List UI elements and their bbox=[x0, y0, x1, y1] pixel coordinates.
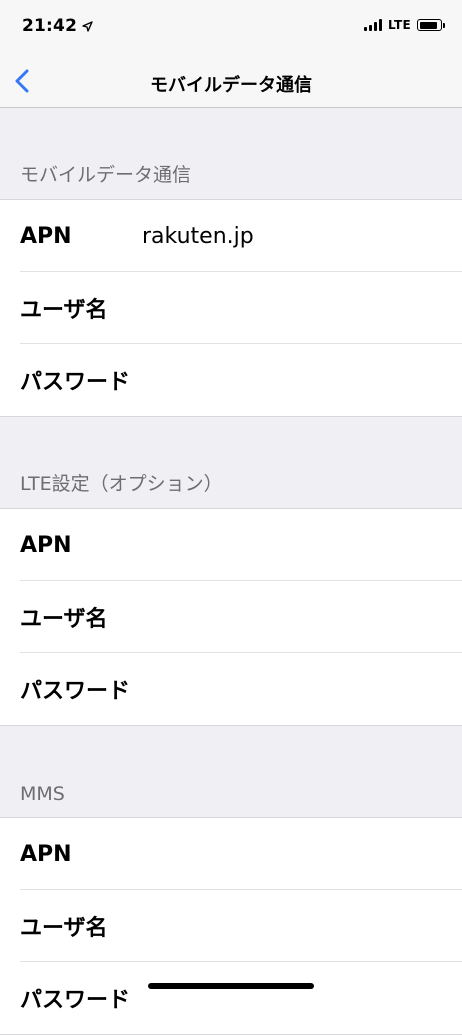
settings-group: APN ユーザ名パスワード bbox=[0, 509, 462, 726]
row-label: ユーザ名 bbox=[20, 298, 108, 323]
settings-row[interactable]: ユーザ名 bbox=[0, 890, 462, 962]
status-bar: 21:42 LTE bbox=[0, 0, 462, 54]
settings-row[interactable]: APN bbox=[0, 818, 462, 890]
settings-group: APN ユーザ名パスワード bbox=[0, 818, 462, 1035]
row-label: パスワード bbox=[20, 679, 131, 704]
status-right-group: LTE bbox=[364, 18, 445, 32]
row-label: APN bbox=[20, 223, 72, 249]
settings-row[interactable]: APN rakuten.jp bbox=[0, 200, 462, 272]
settings-row[interactable]: パスワード bbox=[0, 962, 462, 1034]
battery-level bbox=[419, 21, 437, 29]
section-header: MMS bbox=[0, 726, 462, 818]
settings-group: APN rakuten.jp ユーザ名パスワード bbox=[0, 200, 462, 417]
section-header: モバイルデータ通信 bbox=[0, 108, 462, 200]
row-label: APN bbox=[20, 532, 72, 558]
settings-list: モバイルデータ通信 APN rakuten.jp ユーザ名 パスワード LTE設定（オプシ… bbox=[0, 108, 462, 1035]
row-value-field[interactable]: rakuten.jp bbox=[142, 224, 462, 249]
network-type: LTE bbox=[388, 18, 411, 32]
status-time-group: 21:42 bbox=[22, 16, 93, 36]
row-label: ユーザ名 bbox=[20, 607, 108, 632]
row-label: パスワード bbox=[20, 370, 131, 395]
home-indicator bbox=[148, 983, 314, 989]
cellular-signal-icon bbox=[364, 19, 383, 31]
row-label: パスワード bbox=[20, 988, 131, 1013]
settings-row[interactable]: パスワード bbox=[0, 344, 462, 416]
page-title: モバイルデータ通信 bbox=[150, 75, 312, 96]
settings-row[interactable]: パスワード bbox=[0, 653, 462, 725]
row-label: ユーザ名 bbox=[20, 916, 108, 941]
navigation-bar: モバイルデータ通信 bbox=[0, 54, 462, 108]
section-header: LTE設定（オプション） bbox=[0, 417, 462, 509]
row-label: APN bbox=[20, 841, 72, 867]
location-arrow-icon bbox=[82, 20, 93, 32]
settings-row[interactable]: ユーザ名 bbox=[0, 581, 462, 653]
status-time: 21:42 bbox=[22, 16, 78, 36]
settings-row[interactable]: ユーザ名 bbox=[0, 272, 462, 344]
battery-icon bbox=[417, 19, 445, 31]
settings-row[interactable]: APN bbox=[0, 509, 462, 581]
